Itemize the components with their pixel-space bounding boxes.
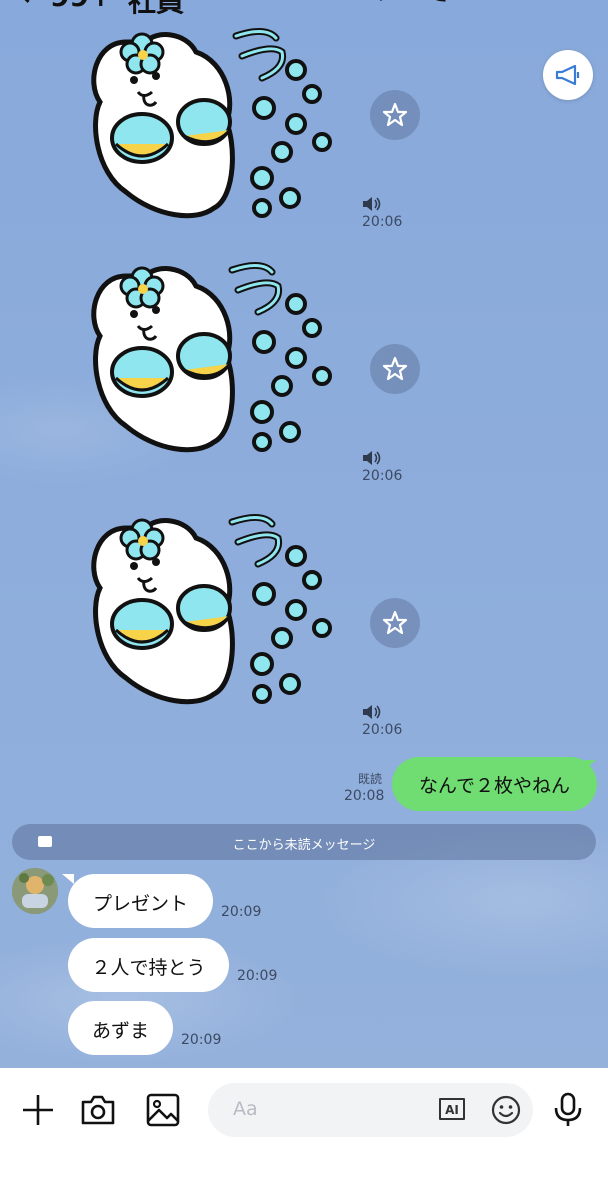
message-time: 20:08: [344, 788, 385, 804]
message-input-placeholder: Aa: [233, 1098, 258, 1120]
favorite-button[interactable]: [370, 90, 420, 140]
star-icon: [382, 610, 408, 635]
message-text: あずま: [91, 1020, 149, 1042]
unread-divider-label: ここから未読メッセージ: [232, 838, 376, 853]
message-input[interactable]: Aa: [208, 1083, 533, 1137]
mic-icon[interactable]: [550, 1092, 586, 1128]
incoming-message-bubble[interactable]: あずま: [68, 1001, 173, 1055]
incoming-message-bubble[interactable]: プレゼント: [68, 874, 213, 928]
star-icon: [382, 102, 408, 127]
image-icon[interactable]: [145, 1092, 181, 1128]
timeline-icon[interactable]: [482, 0, 516, 6]
incoming-message-bubble[interactable]: ２人で持とう: [68, 938, 229, 992]
announcement-button[interactable]: [543, 50, 593, 100]
message-time: 20:09: [237, 968, 278, 984]
chat-title: 社員: [128, 0, 185, 18]
read-receipt: 既読: [358, 772, 383, 786]
speaker-icon: [363, 197, 381, 211]
favorite-button[interactable]: [370, 598, 420, 648]
phone-icon[interactable]: [418, 0, 452, 6]
ai-icon[interactable]: AI: [436, 1095, 468, 1123]
message-time: 20:09: [221, 904, 262, 920]
megaphone-icon: [555, 64, 580, 86]
message-text: プレゼント: [92, 893, 188, 915]
svg-text:AI: AI: [445, 1103, 459, 1117]
message-text: ２人で持とう: [91, 957, 206, 979]
speaker-icon: [363, 705, 381, 719]
message-time: 20:06: [362, 468, 403, 484]
plus-icon[interactable]: [20, 1092, 56, 1128]
star-icon: [382, 356, 408, 381]
chevron-left-icon[interactable]: [14, 0, 41, 3]
message-time: 20:06: [362, 722, 403, 738]
favorite-button[interactable]: [370, 344, 420, 394]
avatar[interactable]: [12, 868, 58, 914]
sticker-image[interactable]: [86, 22, 346, 232]
sticker-image[interactable]: [86, 508, 346, 718]
bubble-tail: [62, 874, 74, 884]
search-icon[interactable]: [352, 0, 386, 6]
camera-icon[interactable]: [80, 1092, 116, 1128]
message-time: 20:09: [181, 1032, 222, 1048]
sticker-image[interactable]: [86, 256, 346, 466]
speaker-icon: [363, 451, 381, 465]
outgoing-message-bubble[interactable]: なんで２枚やねん: [392, 757, 597, 811]
chat-header: 99+ 社員: [0, 0, 608, 18]
menu-icon[interactable]: [558, 0, 592, 6]
message-text: なんで２枚やねん: [418, 775, 571, 797]
unread-count: 99+: [50, 0, 112, 13]
message-time: 20:06: [362, 214, 403, 230]
unread-divider: ここから未読メッセージ: [12, 824, 596, 860]
emoji-icon[interactable]: [490, 1094, 522, 1126]
